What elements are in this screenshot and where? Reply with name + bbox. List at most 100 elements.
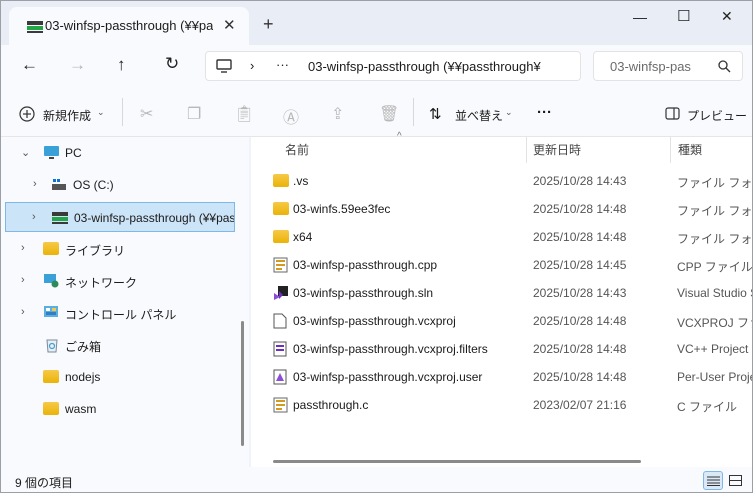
folder-icon <box>43 402 59 415</box>
sidebar-item-control-panel[interactable]: › コントロール パネル <box>1 299 237 327</box>
new-button[interactable]: 新規作成 ⌄ <box>17 105 113 125</box>
paste-icon[interactable]: 📋︎ <box>234 104 254 124</box>
maximize-button[interactable]: ☐ <box>677 7 690 25</box>
file-type: C ファイル <box>677 400 738 414</box>
column-header-date[interactable]: 更新日時 <box>533 141 581 158</box>
chevron-right-icon[interactable]: › <box>33 178 37 190</box>
chevron-right-icon[interactable]: › <box>32 211 36 223</box>
chevron-right-icon[interactable]: › <box>21 306 25 318</box>
command-bar <box>1 87 752 137</box>
user-file-icon <box>273 369 289 385</box>
sidebar-item-label: PC <box>65 146 82 160</box>
file-row[interactable]: 03-winfs.59ee3fec 2025/10/28 14:48 ファイル フォ… <box>257 195 752 223</box>
file-type: Visual Studio S <box>677 286 753 300</box>
file-type: ファイル フォルダー <box>677 176 753 190</box>
monitor-icon <box>44 146 59 159</box>
drive-icon <box>52 179 66 190</box>
sort-icon: ⇅ <box>429 106 442 123</box>
tab-close-icon[interactable]: ✕ <box>223 16 236 34</box>
file-name: passthrough.c <box>293 398 369 412</box>
divider <box>413 98 414 126</box>
file-type: ファイル フォルダー <box>677 232 753 246</box>
refresh-button[interactable]: ↻ <box>165 54 179 74</box>
column-divider[interactable] <box>670 137 671 163</box>
minimize-button[interactable]: — <box>633 9 647 25</box>
sort-button-label: 並べ替え <box>455 109 504 123</box>
sidebar-item-nodejs[interactable]: nodejs <box>1 363 237 391</box>
chevron-right-icon[interactable]: › <box>21 242 25 254</box>
file-row[interactable]: passthrough.c 2023/02/07 21:16 C ファイル <box>257 391 752 419</box>
file-name: 03-winfsp-passthrough.vcxproj.filters <box>293 342 488 356</box>
file-row[interactable]: 03-winfsp-passthrough.vcxproj.filters 202… <box>257 335 753 363</box>
delete-icon[interactable]: 🗑︎ <box>379 104 399 124</box>
share-icon[interactable]: ⇪ <box>331 104 344 124</box>
file-date: 2025/10/28 14:43 <box>533 286 627 300</box>
close-window-button[interactable]: ✕ <box>721 8 733 25</box>
copy-icon[interactable]: ❐ <box>187 104 201 124</box>
tab-current[interactable]: 03-winfsp-passthrough (¥¥pas ✕ <box>9 7 249 45</box>
sidebar-item-label: コントロール パネル <box>65 308 177 322</box>
file-row[interactable]: x64 2025/10/28 14:48 ファイル フォルダー <box>257 223 753 251</box>
file-type: VCXPROJ ファイ <box>677 316 752 330</box>
status-bar: 9 個の項目 <box>1 467 752 492</box>
file-name: 03-winfsp-passthrough.sln <box>293 286 434 300</box>
horizontal-scrollbar[interactable] <box>273 460 641 463</box>
file-row[interactable]: 03-winfsp-passthrough.vcxproj.user 2025/1… <box>257 363 752 391</box>
file-date: 2025/10/28 14:43 <box>533 174 627 188</box>
file-row[interactable]: 03-winfsp-passthrough.sln 2025/10/28 14:4… <box>257 279 753 307</box>
file-date: 2025/10/28 14:48 <box>533 342 627 356</box>
sidebar-item-network[interactable]: › ネットワーク <box>1 267 237 295</box>
chevron-right-icon[interactable]: › <box>21 274 25 286</box>
cpp-file-icon <box>273 257 289 273</box>
back-button[interactable]: ← <box>21 55 38 75</box>
column-header-name[interactable]: 名前 <box>285 141 309 158</box>
search-placeholder: 03-winfsp-pas <box>610 59 691 74</box>
more-options-button[interactable]: ··· <box>537 104 552 121</box>
preview-button[interactable]: プレビュー <box>665 105 748 125</box>
network-icon <box>44 274 59 288</box>
sidebar-item-wasm[interactable]: wasm <box>1 395 237 423</box>
details-view-button[interactable] <box>703 471 723 490</box>
file-date: 2025/10/28 14:48 <box>533 370 627 384</box>
sidebar-item-recycle-bin[interactable]: ごみ箱 <box>1 331 237 359</box>
cut-icon[interactable]: ✂ <box>140 104 153 124</box>
file-type: VC++ Project F <box>677 342 753 356</box>
item-count: 9 個の項目 <box>15 476 74 490</box>
new-tab-button[interactable]: + <box>263 14 274 35</box>
address-bar[interactable]: › ··· 03-winfsp-passthrough (¥¥passthrou… <box>205 51 581 81</box>
preview-button-label: プレビュー <box>687 109 748 123</box>
file-row[interactable]: .vs 2025/10/28 14:43 ファイル フォルダー <box>257 167 753 195</box>
rename-icon[interactable]: Ⓐ <box>283 104 299 128</box>
column-header-type[interactable]: 種類 <box>678 141 702 158</box>
sidebar-scrollbar[interactable] <box>241 321 244 446</box>
folder-icon <box>43 370 59 383</box>
c-file-icon <box>273 397 289 413</box>
sidebar-item-label: ライブラリ <box>65 244 126 258</box>
search-box[interactable]: 03-winfsp-pas <box>593 51 743 81</box>
sidebar-item-label: 03-winfsp-passthrough (¥¥pas <box>74 211 234 225</box>
folder-icon <box>273 173 289 187</box>
column-divider[interactable] <box>526 137 527 163</box>
file-name: 03-winfsp-passthrough.vcxproj <box>293 314 456 328</box>
tiles-view-icon[interactable] <box>729 475 742 486</box>
folder-icon <box>273 229 289 243</box>
breadcrumb-chevron-icon: › <box>250 58 255 73</box>
search-icon[interactable] <box>718 60 731 73</box>
sidebar-item-pc[interactable]: ⌄ PC <box>1 139 237 167</box>
file-row[interactable]: 03-winfsp-passthrough.cpp 2025/10/28 14:4… <box>257 251 752 279</box>
up-button[interactable]: ↑ <box>117 55 126 75</box>
address-text: 03-winfsp-passthrough (¥¥passthrough¥ <box>308 59 541 74</box>
sidebar-item-network-drive[interactable]: › 03-winfsp-passthrough (¥¥pas <box>5 202 235 232</box>
chevron-down-icon[interactable]: ⌄ <box>21 146 30 159</box>
filters-file-icon <box>273 341 289 357</box>
forward-button[interactable]: → <box>69 55 86 75</box>
file-name: 03-winfsp-passthrough.cpp <box>293 258 438 272</box>
sidebar-item-library[interactable]: › ライブラリ <box>1 235 237 263</box>
file-date: 2025/10/28 14:48 <box>533 314 627 328</box>
address-more-button[interactable]: ··· <box>276 57 289 72</box>
sort-button[interactable]: ⇅ 並べ替え ⌄ <box>429 105 515 125</box>
file-name: .vs <box>293 174 309 188</box>
file-row[interactable]: 03-winfsp-passthrough.vcxproj 2025/10/28 … <box>257 307 752 335</box>
tab-title: 03-winfsp-passthrough (¥¥pas <box>45 18 213 33</box>
sidebar-item-os-c[interactable]: › OS (C:) <box>1 171 237 199</box>
